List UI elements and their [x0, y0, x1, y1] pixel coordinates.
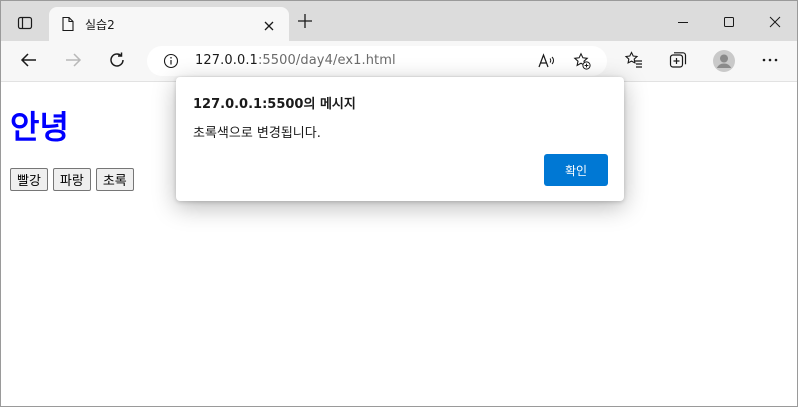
- address-url: 127.0.0.1:5500/day4/ex1.html: [195, 53, 396, 68]
- window-close-icon[interactable]: [769, 13, 781, 32]
- info-icon[interactable]: [163, 53, 179, 73]
- more-icon[interactable]: [760, 50, 780, 74]
- tab-title: 실습2: [85, 18, 115, 32]
- address-host: 127.0.0.1: [195, 53, 258, 68]
- profile-icon[interactable]: [712, 49, 736, 77]
- blue-button[interactable]: 파랑: [52, 168, 91, 191]
- browser-window: 실습2 127.0.0.1:5500/day4/ex1.html 안녕 빨강 파…: [0, 0, 798, 407]
- collections-icon[interactable]: [668, 50, 688, 74]
- minimize-icon[interactable]: [677, 13, 689, 32]
- dialog-title: 127.0.0.1:5500의 메시지: [193, 97, 356, 112]
- page-heading: 안녕: [10, 108, 69, 146]
- address-path: :5500/day4/ex1.html: [257, 53, 396, 68]
- toolbar: 127.0.0.1:5500/day4/ex1.html: [1, 41, 797, 82]
- maximize-icon[interactable]: [723, 13, 735, 32]
- refresh-icon[interactable]: [107, 50, 127, 74]
- favorites-icon[interactable]: [624, 50, 644, 74]
- dialog-message: 초록색으로 변경됩니다.: [193, 126, 321, 141]
- alert-dialog: 127.0.0.1:5500의 메시지 초록색으로 변경됩니다. 확인: [176, 77, 624, 201]
- forward-icon[interactable]: [63, 50, 83, 74]
- red-button[interactable]: 빨강: [10, 168, 48, 191]
- page-icon: [61, 16, 75, 36]
- ok-button[interactable]: 확인: [544, 154, 608, 186]
- read-aloud-icon[interactable]: [537, 52, 555, 74]
- plus-icon[interactable]: [297, 13, 313, 33]
- address-bar[interactable]: 127.0.0.1:5500/day4/ex1.html: [147, 46, 607, 76]
- browser-tab[interactable]: 실습2: [49, 7, 289, 41]
- tab-actions-icon[interactable]: [9, 9, 41, 37]
- tab-strip: 실습2: [1, 1, 797, 41]
- add-favorite-icon[interactable]: [573, 52, 591, 74]
- green-button[interactable]: 초록: [95, 168, 134, 191]
- close-icon[interactable]: [263, 17, 275, 36]
- back-icon[interactable]: [19, 50, 39, 74]
- color-buttons: 빨강 파랑 초록: [10, 168, 134, 191]
